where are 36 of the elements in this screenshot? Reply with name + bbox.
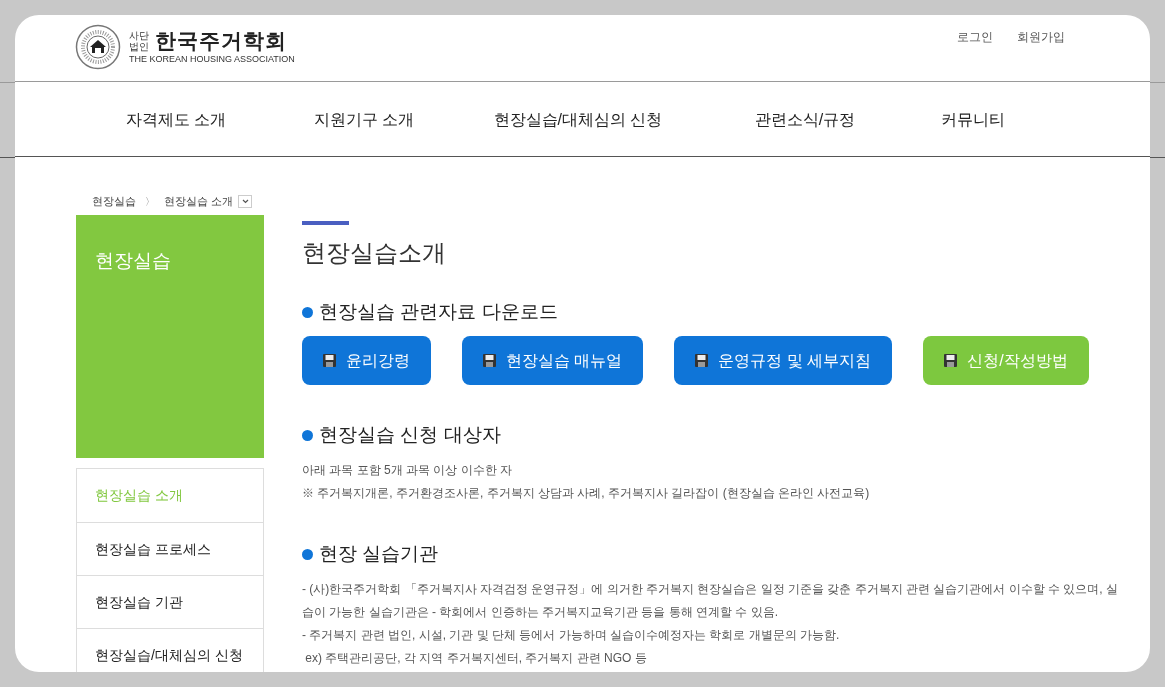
sidebar-item[interactable]: 현장실습 기관 — [77, 575, 263, 628]
sidebar-title: 현장실습 — [95, 250, 171, 271]
top-link[interactable]: 회원가입 — [1017, 28, 1065, 46]
house-emblem-icon — [75, 24, 121, 70]
nav-item[interactable]: 커뮤니티 — [941, 108, 1005, 132]
logo-name: 한국주거학회 — [155, 29, 287, 53]
nav-item[interactable]: 현장실습/대체심의 신청 — [493, 108, 663, 132]
bullet-icon — [302, 306, 313, 318]
sidebar-item[interactable]: 현장실습 프로세스 — [77, 522, 263, 575]
nav-item[interactable]: 관련소식/규정 — [754, 108, 856, 132]
logo-english: THE KOREAN HOUSING ASSOCIATION — [129, 53, 295, 65]
breadcrumb-separator: 〉 — [145, 194, 155, 209]
nav-item[interactable]: 자격제도 소개 — [125, 108, 227, 132]
body-text: ex) 주택관리공단, 각 지역 주거복지센터, 주거복지 관련 NGO 등 — [304, 650, 648, 667]
section-heading: 현장 실습기관 — [319, 542, 439, 566]
body-text: ※ 주거복지개론, 주거환경조사론, 주거복지 상담과 사례, 주거복지사 길라잡이 (현장실습 온라인 사전교육) — [302, 485, 871, 502]
breadcrumb-link[interactable]: 현장실습 소개 — [164, 192, 234, 210]
section-heading: 현장실습 신청 대상자 — [319, 423, 501, 447]
breadcrumb-dropdown-button[interactable] — [238, 194, 253, 208]
body-text: - 주거복지 관련 법인, 시설, 기관 및 단체 등에서 가능하며 실습이수예정자는 학회로 개별문의 가능함. — [302, 627, 841, 644]
logo-corp-label: 사단 — [129, 30, 149, 41]
download-button[interactable]: 윤리강령 — [302, 336, 431, 385]
body-text: - (사)한국주거학회 「주거복지사 자격검정 운영규정」에 의거한 주거복지 현장실습은 일정 기준을 갖춘 주거복지 관련 실습기관에서 이수할 수 있으며, 실습이 가능한 실습기관은 - 학회에서 인증하는 주거복지교육기관 등을 통해 연계할 수 있음. — [302, 581, 1119, 621]
top-link[interactable]: 로그인 — [957, 28, 993, 46]
body-text: 아래 과목 포함 5개 과목 이상 이수한 자 — [302, 462, 513, 479]
section-heading: 현장실습 관련자료 다운로드 — [319, 300, 558, 324]
bullet-icon — [302, 429, 313, 441]
breadcrumb-link[interactable]: 현장실습 — [92, 192, 136, 210]
download-button[interactable]: 현장실습 매뉴얼 — [462, 336, 644, 385]
sidebar-item[interactable]: 현장실습/대체심의 신청 — [77, 628, 263, 672]
chevron-down-icon — [241, 198, 249, 204]
nav-item[interactable]: 지원기구 소개 — [313, 108, 415, 132]
download-button[interactable]: 운영규정 및 세부지침 — [674, 336, 893, 385]
page-title: 현장실습소개 — [302, 238, 447, 268]
logo-corp-label: 법인 — [129, 41, 149, 52]
bullet-icon — [302, 548, 313, 560]
